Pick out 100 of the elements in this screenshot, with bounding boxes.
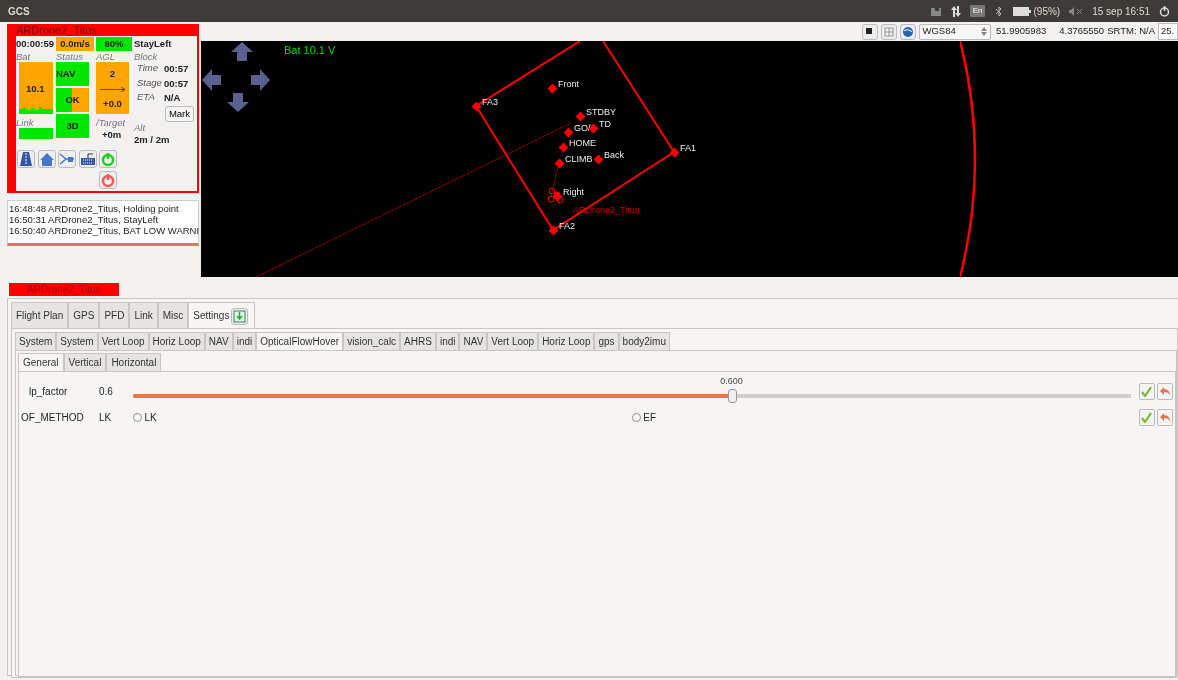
undo-arrow-icon[interactable]: [1159, 385, 1171, 397]
pan-down-icon[interactable]: [227, 93, 249, 112]
pan-up-icon[interactable]: [231, 42, 253, 61]
tab[interactable]: GPS: [68, 302, 100, 328]
slider-thumb[interactable]: [727, 389, 737, 403]
status-label: Status: [56, 51, 84, 63]
tab[interactable]: Horizontal: [106, 353, 162, 371]
tab[interactable]: Horiz Loop: [148, 332, 205, 350]
status-indicator: 3D: [56, 114, 89, 139]
tab[interactable]: General: [18, 353, 64, 371]
waypoint-marker[interactable]: [471, 101, 482, 112]
tab[interactable]: Horiz Loop: [538, 332, 595, 350]
tab[interactable]: PFD: [99, 302, 130, 328]
waypoint-marker[interactable]: [554, 158, 565, 169]
clock[interactable]: 15 sep 16:51: [1092, 3, 1150, 19]
setting-value: LK: [99, 410, 113, 425]
power-off-icon[interactable]: [100, 171, 116, 188]
network-icon[interactable]: [930, 6, 943, 16]
power-icon[interactable]: [1159, 5, 1170, 17]
aircraft-icon[interactable]: [548, 187, 564, 203]
tab[interactable]: Vertical: [63, 353, 107, 371]
home-icon[interactable]: [38, 151, 55, 168]
setting-name: OF_METHOD: [20, 410, 85, 425]
waypoint-marker[interactable]: [669, 147, 680, 158]
tab[interactable]: Flight Plan: [11, 302, 69, 328]
tab[interactable]: Settings: [188, 302, 256, 328]
block-label: Block: [134, 51, 159, 63]
link-label: Link: [16, 116, 35, 128]
setting-name: lp_factor: [28, 384, 69, 399]
spinner-arrows-icon: [980, 27, 987, 36]
tab[interactable]: System: [15, 332, 57, 350]
waypoint-marker[interactable]: [547, 83, 558, 94]
zoom-field[interactable]: 25.: [1158, 23, 1178, 40]
undo-arrow-icon[interactable]: [1159, 411, 1171, 423]
log-message: 16:50:31 ARDrone2_Titus, StayLeft: [9, 213, 159, 225]
throttle-gauge: 60%: [96, 37, 132, 52]
waypoint-label: Front: [558, 79, 579, 89]
pan-right-icon[interactable]: [251, 69, 270, 91]
agl-label: AGL: [96, 51, 116, 63]
mark-button[interactable]: Mark: [164, 106, 194, 122]
tab[interactable]: body2imu: [618, 332, 670, 350]
waypoint-label: FA1: [680, 143, 696, 153]
srtm-value: SRTM: N/A: [1107, 24, 1155, 39]
waypoint-label: FA3: [482, 97, 498, 107]
waypoint-label: Back: [604, 150, 624, 160]
radio-button[interactable]: [631, 412, 641, 422]
globe-icon[interactable]: [901, 25, 914, 38]
tab[interactable]: indi: [435, 332, 460, 350]
flight-time: 00:00:59: [16, 37, 56, 51]
waypoint-marker[interactable]: [593, 154, 604, 165]
time-label: Time: [137, 62, 160, 76]
tab[interactable]: NAV: [459, 332, 488, 350]
transfer-icon[interactable]: [951, 5, 962, 17]
tab[interactable]: Misc: [157, 302, 189, 328]
aircraft-icon[interactable]: [59, 151, 75, 168]
bluetooth-icon[interactable]: [994, 5, 1004, 17]
radio-label: EF: [643, 410, 657, 425]
waypoint-label: HOME: [569, 138, 596, 148]
battery-voltage: 10.1: [26, 82, 45, 97]
waypoint-label: FA2: [559, 221, 575, 231]
projection-dropdown[interactable]: WGS84: [918, 23, 991, 40]
time-value: 00:57: [164, 76, 189, 91]
keyboard-indicator[interactable]: En: [970, 5, 985, 17]
tab[interactable]: Vert Loop: [487, 332, 539, 350]
waypoint-marker[interactable]: [575, 111, 586, 122]
tab[interactable]: Link: [129, 302, 158, 328]
tab[interactable]: Vert Loop: [97, 332, 149, 350]
radio-button[interactable]: [133, 412, 142, 422]
checkmark-icon[interactable]: [1141, 385, 1152, 397]
waypoint-label: Right: [563, 187, 584, 197]
speaker-muted-icon[interactable]: [1069, 6, 1084, 16]
tab[interactable]: OpticalFlowHover: [256, 332, 344, 350]
log-message: 16:50:40 ARDrone2_Titus, BAT LOW WARNI: [9, 224, 197, 236]
waypoint-marker[interactable]: [548, 225, 559, 236]
time-value: N/A: [164, 90, 181, 105]
tab[interactable]: System: [56, 332, 98, 350]
keyboard-icon[interactable]: [79, 151, 96, 168]
checkmark-icon[interactable]: [1141, 411, 1152, 423]
battery-icon[interactable]: [1013, 6, 1031, 16]
waypoint-marker[interactable]: [558, 142, 569, 153]
download-icon[interactable]: [233, 310, 247, 323]
waypoint-marker[interactable]: [552, 191, 563, 202]
time-label: ETA: [137, 90, 156, 104]
alt-value: 2m / 2m: [134, 133, 171, 147]
pan-left-icon[interactable]: [202, 69, 221, 91]
waypoint-marker[interactable]: [563, 127, 574, 138]
tab[interactable]: gps: [594, 332, 619, 350]
battery-history-graph: [19, 104, 53, 115]
launch-icon[interactable]: [18, 151, 34, 168]
tab[interactable]: indi: [232, 332, 257, 350]
target-value: +0m: [101, 128, 123, 142]
waypoint-label: STDBY: [586, 107, 616, 117]
tab[interactable]: NAV: [204, 332, 233, 350]
climb-rate: +0.0: [103, 97, 122, 111]
ground-speed: 0.0m/s: [56, 37, 94, 52]
link-status-bar: [19, 127, 53, 139]
longitude-value: 4.3765550: [1059, 24, 1105, 39]
setting-value: 0.6: [99, 384, 114, 399]
tab[interactable]: vision_calc: [343, 332, 401, 350]
tab[interactable]: AHRS: [400, 332, 436, 350]
